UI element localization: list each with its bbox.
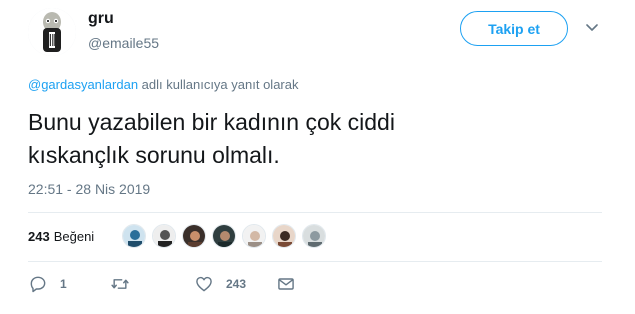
retweet-icon: [111, 279, 129, 289]
chevron-down-icon[interactable]: [586, 24, 598, 32]
liker-avatar[interactable]: [152, 224, 176, 248]
retweet-button[interactable]: [110, 274, 142, 294]
likes-count: 243: [28, 229, 50, 244]
divider: [28, 261, 602, 262]
tweet-line: Bunu yazabilen bir kadının çok ciddi: [28, 109, 395, 135]
liker-avatar[interactable]: [242, 224, 266, 248]
author-handle[interactable]: @emaile55: [88, 35, 159, 51]
likes-summary[interactable]: 243 Beğeni: [28, 229, 94, 244]
gru-avatar-icon: [28, 8, 76, 56]
reply-mention-link[interactable]: @gardasyanlardan: [28, 77, 138, 92]
liker-avatar[interactable]: [272, 224, 296, 248]
reply-count: 1: [60, 277, 67, 291]
reply-context-text: adlı kullanıcıya yanıt olarak: [141, 77, 299, 92]
reply-context: @gardasyanlardan adlı kullanıcıya yanıt …: [28, 77, 298, 92]
reply-icon: [30, 276, 46, 293]
dm-icon: [278, 278, 294, 290]
tweet-line: kıskançlık sorunu olmalı.: [28, 142, 280, 168]
tweet-text: Bunu yazabilen bir kadının çok ciddi kıs…: [28, 106, 588, 172]
heart-icon: [196, 276, 212, 292]
like-button[interactable]: 243: [194, 274, 246, 294]
follow-button[interactable]: Takip et: [460, 11, 568, 46]
liker-avatar[interactable]: [212, 224, 236, 248]
liker-avatar[interactable]: [182, 224, 206, 248]
author-avatar[interactable]: [28, 8, 76, 56]
tweet-timestamp[interactable]: 22:51 - 28 Nis 2019: [28, 181, 150, 197]
liker-avatar[interactable]: [122, 224, 146, 248]
reply-button[interactable]: 1: [28, 274, 67, 294]
liker-avatars: [122, 224, 326, 248]
dm-button[interactable]: [276, 274, 296, 294]
likes-label: Beğeni: [53, 229, 95, 244]
divider: [28, 212, 602, 213]
author-name[interactable]: gru: [88, 10, 114, 28]
like-count: 243: [226, 277, 247, 291]
liker-avatar[interactable]: [302, 224, 326, 248]
